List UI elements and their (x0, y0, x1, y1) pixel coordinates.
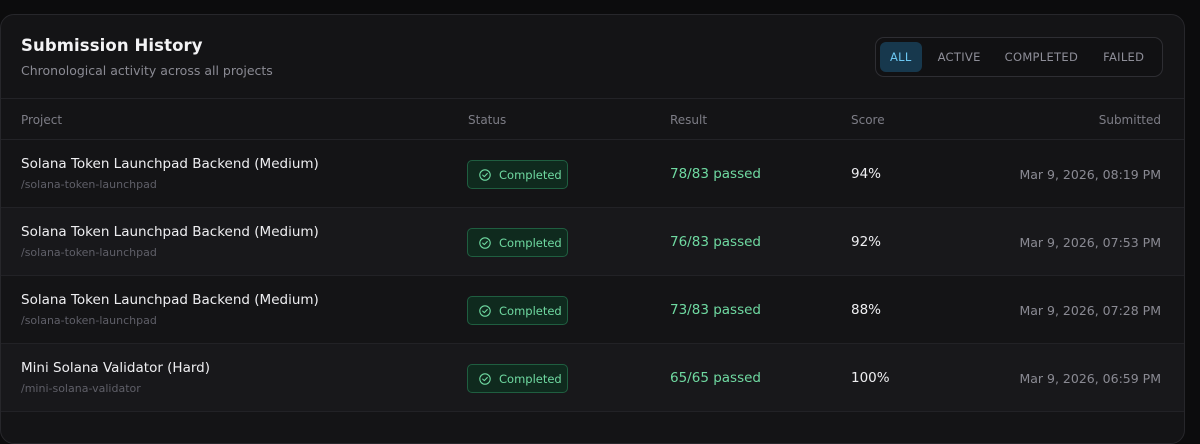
column-header-project[interactable]: Project (21, 113, 62, 127)
card-header: Submission History Chronological activit… (1, 15, 1184, 99)
column-header-result[interactable]: Result (670, 113, 707, 127)
project-name[interactable]: Solana Token Launchpad Backend (Medium) (21, 224, 319, 240)
submitted-timestamp: Mar 9, 2026, 06:59 PM (1019, 371, 1161, 386)
project-cell: Solana Token Launchpad Backend (Medium) … (21, 292, 319, 327)
column-header-status[interactable]: Status (468, 113, 506, 127)
score-value: 88% (851, 302, 882, 318)
score-value: 100% (851, 370, 890, 386)
submitted-timestamp: Mar 9, 2026, 08:19 PM (1019, 167, 1161, 182)
check-circle-icon (479, 304, 491, 317)
project-cell: Mini Solana Validator (Hard) /mini-solan… (21, 360, 210, 395)
submitted-timestamp: Mar 9, 2026, 07:28 PM (1019, 303, 1161, 318)
status-filter-group: ALL ACTIVE COMPLETED FAILED (875, 37, 1163, 77)
status-label: Completed (499, 235, 562, 250)
table-row[interactable]: Solana Token Launchpad Backend (Medium) … (1, 140, 1184, 208)
check-circle-icon (479, 372, 491, 385)
filter-all-button[interactable]: ALL (880, 42, 922, 72)
project-slug: /solana-token-launchpad (21, 314, 157, 327)
table-row[interactable]: Solana Token Launchpad Backend (Medium) … (1, 276, 1184, 344)
filter-failed-button[interactable]: FAILED (1094, 42, 1153, 72)
column-header-submitted[interactable]: Submitted (1099, 113, 1161, 127)
project-slug: /mini-solana-validator (21, 382, 141, 395)
status-badge: Completed (467, 364, 568, 393)
table-row[interactable]: Mini Solana Validator (Hard) /mini-solan… (1, 344, 1184, 412)
score-value: 94% (851, 166, 882, 182)
submission-history-card: Submission History Chronological activit… (0, 14, 1185, 444)
project-cell: Solana Token Launchpad Backend (Medium) … (21, 224, 319, 259)
result-value: 73/83 passed (670, 302, 761, 318)
project-slug: /solana-token-launchpad (21, 246, 157, 259)
result-value: 78/83 passed (670, 166, 761, 182)
status-badge: Completed (467, 228, 568, 257)
project-name[interactable]: Solana Token Launchpad Backend (Medium) (21, 292, 319, 308)
page-subtitle: Chronological activity across all projec… (21, 63, 273, 78)
status-badge: Completed (467, 160, 568, 189)
column-header-score[interactable]: Score (851, 113, 885, 127)
table-row[interactable]: Solana Token Launchpad Backend (Medium) … (1, 208, 1184, 276)
table-header: Project Status Result Score Submitted (1, 99, 1184, 140)
filter-active-button[interactable]: ACTIVE (930, 42, 989, 72)
score-value: 92% (851, 234, 882, 250)
status-label: Completed (499, 371, 562, 386)
check-circle-icon (479, 168, 491, 181)
status-label: Completed (499, 167, 562, 182)
status-label: Completed (499, 303, 562, 318)
project-slug: /solana-token-launchpad (21, 178, 157, 191)
result-value: 76/83 passed (670, 234, 761, 250)
submitted-timestamp: Mar 9, 2026, 07:53 PM (1019, 235, 1161, 250)
project-cell: Solana Token Launchpad Backend (Medium) … (21, 156, 319, 191)
project-name[interactable]: Mini Solana Validator (Hard) (21, 360, 210, 376)
page-title: Submission History (21, 36, 203, 55)
check-circle-icon (479, 236, 491, 249)
filter-completed-button[interactable]: COMPLETED (997, 42, 1086, 72)
result-value: 65/65 passed (670, 370, 761, 386)
status-badge: Completed (467, 296, 568, 325)
project-name[interactable]: Solana Token Launchpad Backend (Medium) (21, 156, 319, 172)
